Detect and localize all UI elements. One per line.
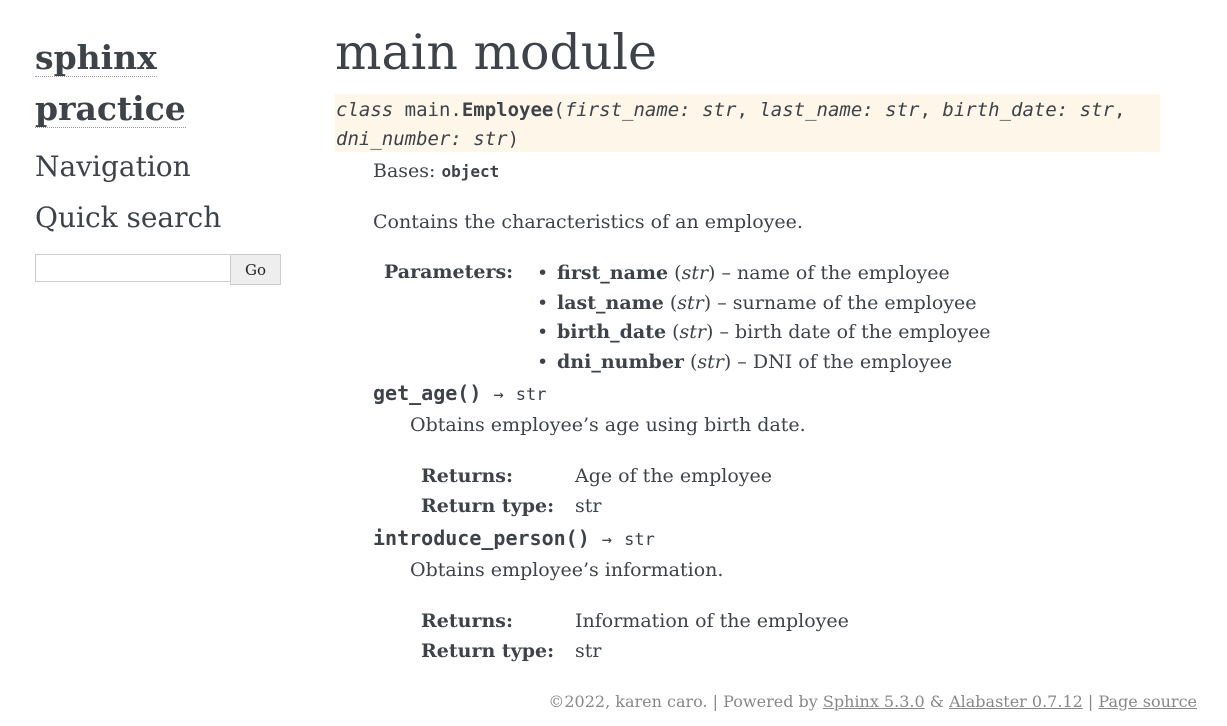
return-arrow: →: [493, 385, 504, 405]
logo-line-2-wrapper: practice: [35, 91, 186, 128]
returns-label: Returns:: [421, 610, 514, 632]
logo-link-sphinx[interactable]: sphinx: [35, 40, 157, 77]
search-input[interactable]: [35, 254, 230, 282]
return-type-label: Return type:: [421, 640, 555, 662]
logo-line-1-wrapper: sphinx: [35, 40, 157, 77]
returns-label: Returns:: [421, 465, 514, 487]
close-paren: ): [507, 128, 520, 150]
parameter-item: last_name (str) – surname of the employe…: [537, 289, 990, 319]
returns-value: Age of the employee: [575, 465, 772, 487]
sphinx-link[interactable]: Sphinx 5.3.0: [823, 692, 925, 711]
parameters-list: first_name (str) – name of the employee …: [537, 259, 990, 377]
parameters-label: Parameters:: [384, 261, 514, 283]
footer-separator: |: [712, 692, 719, 711]
method-description-introduce-person: Obtains employee’s information.: [410, 559, 724, 581]
quick-search-heading: Quick search: [35, 201, 222, 234]
footer: ©2022, karen caro. | Powered by Sphinx 5…: [548, 690, 1197, 714]
returns-value: Information of the employee: [575, 610, 849, 632]
footer-separator: |: [1087, 692, 1094, 711]
sig-param-dni-number: dni_number: str: [336, 128, 508, 150]
footer-ampersand: &: [929, 692, 944, 711]
class-module-prefix: main.: [404, 99, 462, 121]
sig-param-birth-date: birth_date: str: [942, 99, 1114, 121]
parameter-item: dni_number (str) – DNI of the employee: [537, 348, 990, 378]
bases-label: Bases:: [373, 160, 436, 182]
go-button[interactable]: Go: [230, 254, 281, 285]
return-arrow: →: [601, 530, 613, 550]
return-type-value: str: [575, 495, 602, 517]
page-source-link[interactable]: Page source: [1098, 692, 1197, 711]
class-description: Contains the characteristics of an emplo…: [373, 211, 803, 233]
navigation-heading: Navigation: [35, 150, 191, 183]
page-title: main module: [335, 24, 658, 81]
return-type-label: Return type:: [421, 495, 555, 517]
class-name: Employee: [461, 99, 554, 121]
method-signature-get-age: get_age() → str: [373, 381, 547, 405]
footer-powered-by: Powered by: [723, 692, 818, 711]
sig-param-last-name: last_name: str: [759, 99, 920, 121]
method-description-get-age: Obtains employee’s age using birth date.: [410, 414, 806, 436]
sig-param-first-name: first_name: str: [564, 99, 737, 121]
parameter-item: birth_date (str) – birth date of the emp…: [537, 318, 990, 348]
open-paren: (: [553, 99, 565, 121]
alabaster-link[interactable]: Alabaster 0.7.12: [949, 692, 1083, 711]
parameter-item: first_name (str) – name of the employee: [537, 259, 990, 289]
class-signature: class main.Employee(first_name: str, las…: [335, 94, 1160, 152]
bases-line: Bases: object: [373, 158, 499, 185]
class-keyword: class: [336, 99, 394, 121]
bases-value: object: [441, 162, 500, 181]
search-form: Go: [35, 254, 281, 285]
footer-copyright: ©2022, karen caro.: [548, 692, 708, 711]
method-signature-introduce-person: introduce_person() → str: [373, 526, 655, 550]
return-type-value: str: [575, 640, 602, 662]
logo-link-practice[interactable]: practice: [35, 91, 186, 128]
